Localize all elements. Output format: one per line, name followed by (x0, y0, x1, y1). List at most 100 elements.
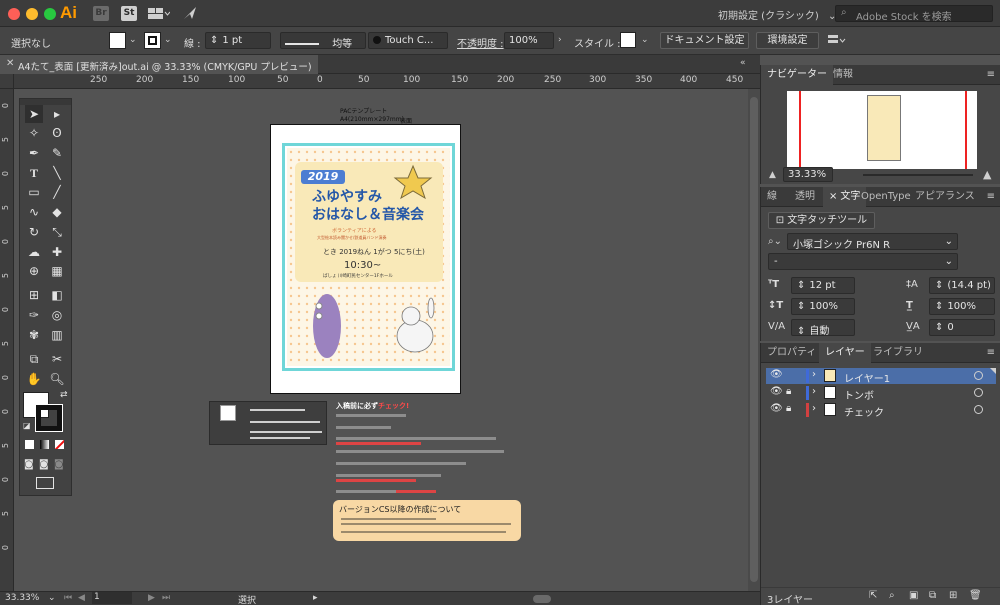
warp-tool-icon[interactable]: ☁ (25, 243, 43, 261)
navigator-preview[interactable] (787, 91, 977, 169)
slice-tool-icon[interactable]: ✂ (48, 350, 66, 368)
lock-icon[interactable]: 🔒︎ (786, 386, 791, 397)
stroke-weight-field[interactable]: ⇕ 1 pt (205, 32, 271, 49)
type-tool-icon[interactable]: T (25, 164, 43, 182)
clipping-mask-icon[interactable]: ▣ (909, 590, 918, 601)
stroke-profile-select[interactable]: 均等 (280, 32, 366, 50)
tab-navigator[interactable]: ナビゲーター (761, 65, 833, 85)
new-sublayer-icon[interactable]: ⧉ (929, 590, 936, 601)
target-circle-icon[interactable] (974, 371, 983, 380)
draw-inside-icon[interactable]: ◙ (54, 459, 64, 470)
touch-type-tool-button[interactable]: ⊡ 文字タッチツール (768, 212, 875, 229)
opacity-label[interactable]: 不透明度 : (457, 35, 504, 50)
opacity-field[interactable]: 100% (504, 32, 554, 49)
expand-arrow-icon[interactable]: › (812, 386, 816, 397)
ruler-origin[interactable] (0, 74, 14, 89)
zoom-tool-icon[interactable]: 🔍︎ (48, 370, 66, 388)
tracking-field[interactable]: ⇕ 0 (929, 319, 995, 336)
zoom-slider[interactable] (863, 174, 973, 176)
tab-properties[interactable]: プロパティ (761, 343, 822, 363)
paintbrush-tool-icon[interactable]: ╱ (48, 183, 66, 201)
stroke-swatch[interactable] (144, 32, 161, 49)
zoom-dropdown-icon[interactable]: ⌄ (48, 593, 56, 603)
first-artboard-icon[interactable]: ⏮ (64, 593, 72, 603)
draw-normal-icon[interactable]: ◙ (24, 459, 34, 470)
zoom-window-button[interactable] (44, 8, 56, 20)
expand-arrow-icon[interactable]: › (812, 403, 816, 414)
panel-menu-icon[interactable]: ≡ (987, 191, 995, 202)
stroke-color-box[interactable] (35, 404, 63, 432)
tab-transparency[interactable]: 透明 (789, 187, 821, 207)
style-dropdown-icon[interactable]: ⌄ (641, 35, 649, 45)
artboard[interactable]: 2019 ふゆやすみ おはなし＆音楽会 ボランティアによる 大型絵本読み聞かせ/… (270, 124, 461, 394)
zoom-level[interactable]: 33.33% (5, 593, 39, 603)
blend-tool-icon[interactable]: ◎ (48, 306, 66, 324)
font-size-field[interactable]: ⇕ 12 pt (791, 277, 855, 294)
pen-tool-icon[interactable]: ✒ (25, 144, 43, 162)
tab-stroke[interactable]: 線 (761, 187, 783, 207)
opacity-arrow-icon[interactable]: › (558, 35, 562, 45)
line-segment-tool-icon[interactable]: ╲ (48, 164, 66, 182)
color-mode-icon[interactable] (25, 440, 34, 449)
horizontal-ruler[interactable]: 250 200 150 100 50 0 50 100 150 200 250 … (14, 74, 760, 89)
close-window-button[interactable] (8, 8, 20, 20)
vertical-scale-field[interactable]: ⇕ 100% (791, 298, 855, 315)
status-mode[interactable]: 選択 (238, 593, 256, 605)
horizontal-scale-field[interactable]: ⇕ 100% (929, 298, 995, 315)
arrange-documents-icon[interactable] (148, 6, 171, 21)
shaper-tool-icon[interactable]: ∿ (25, 203, 43, 221)
trash-icon[interactable]: 🗑︎ (969, 590, 982, 601)
tab-libraries[interactable]: ライブラリ (867, 343, 929, 363)
tab-info[interactable]: 情報 (827, 65, 859, 85)
close-icon[interactable]: ✕ (6, 58, 14, 69)
next-artboard-icon[interactable]: ▶ (148, 593, 155, 603)
shape-builder-tool-icon[interactable]: ⊕ (25, 262, 43, 280)
stock-button[interactable]: St (121, 6, 137, 21)
eyedropper-tool-icon[interactable]: ✑ (25, 306, 43, 324)
eye-icon[interactable]: 👁︎ (770, 403, 783, 414)
symbol-sprayer-tool-icon[interactable]: ✾ (25, 326, 43, 344)
rectangle-tool-icon[interactable]: ▭ (25, 183, 43, 201)
brush-select[interactable]: Touch C... (368, 32, 448, 49)
lasso-tool-icon[interactable]: ʘ (48, 124, 66, 142)
new-layer-icon[interactable]: ⊞ (949, 590, 957, 601)
column-graph-tool-icon[interactable]: ▥ (48, 326, 66, 344)
align-menu-icon[interactable] (828, 34, 846, 48)
collapse-panel-icon[interactable]: « (740, 58, 746, 68)
horizontal-scroll-thumb[interactable] (533, 595, 551, 603)
vertical-ruler[interactable]: 0 5 0 5 0 5 0 5 0 0 5 0 5 0 (0, 89, 14, 591)
font-search-icon[interactable]: ⌕⌄ (768, 236, 782, 247)
gpu-rocket-icon[interactable] (182, 5, 198, 21)
magic-wand-tool-icon[interactable]: ✧ (25, 124, 43, 142)
panel-menu-icon[interactable]: ≡ (987, 347, 995, 358)
vertical-scrollbar[interactable] (748, 89, 760, 591)
draw-behind-icon[interactable]: ◙ (39, 459, 49, 470)
eraser-tool-icon[interactable]: ◆ (48, 203, 66, 221)
swap-fill-stroke-icon[interactable]: ⇄ (60, 390, 68, 400)
tab-appearance[interactable]: アピアランス (909, 187, 981, 207)
layer-row[interactable]: 👁︎ › レイヤー1 (766, 368, 996, 385)
layer-row[interactable]: 👁︎ 🔒︎ › チェック (766, 402, 996, 419)
screen-mode-icon[interactable] (36, 477, 54, 489)
stroke-dropdown-icon[interactable]: ⌄ (164, 35, 172, 45)
zoom-out-icon[interactable]: ▲ (769, 170, 776, 180)
rotate-tool-icon[interactable]: ↻ (25, 223, 43, 241)
locate-object-icon[interactable]: ⌕ (889, 590, 895, 601)
selection-tool-icon[interactable]: ➤ (25, 105, 43, 123)
eye-icon[interactable]: 👁︎ (770, 386, 783, 397)
bridge-button[interactable]: Br (93, 6, 109, 21)
artboard-number-field[interactable]: 1 (92, 592, 132, 604)
gradient-tool-icon[interactable]: ◧ (48, 286, 66, 304)
font-family-field[interactable]: 小塚ゴシック Pr6N R ⌄ (787, 233, 958, 251)
checklist-notes[interactable]: 入稿前に必ずチェック! (336, 401, 526, 501)
stock-search-input[interactable]: ⌕ Adobe Stock を検索 (835, 5, 993, 23)
panel-menu-icon[interactable]: ≡ (987, 69, 995, 80)
expand-arrow-icon[interactable]: › (812, 369, 816, 380)
cs-version-note[interactable]: バージョンCS以降の作成について (333, 500, 521, 541)
default-colors-icon[interactable]: ◪ (23, 421, 31, 430)
puppet-warp-tool-icon[interactable]: ✚ (48, 243, 66, 261)
curvature-tool-icon[interactable]: ✎ (48, 144, 66, 162)
graphic-style-swatch[interactable] (620, 32, 636, 48)
prev-artboard-icon[interactable]: ◀ (78, 593, 85, 603)
fill-dropdown-icon[interactable]: ⌄ (129, 35, 137, 45)
